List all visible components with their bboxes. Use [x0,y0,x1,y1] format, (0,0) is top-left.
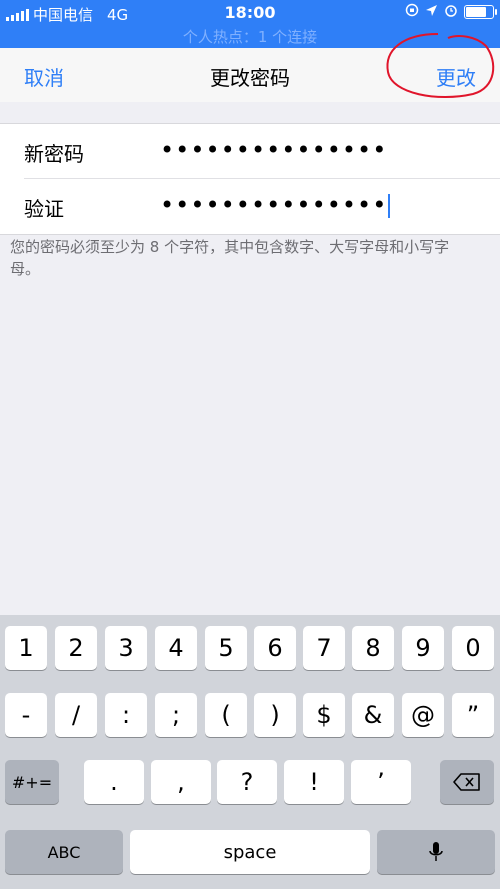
key-question[interactable]: ? [217,760,277,804]
key-2[interactable]: 2 [55,626,97,670]
key-3[interactable]: 3 [105,626,147,670]
key-5[interactable]: 5 [205,626,247,670]
password-hint: 您的密码必须至少为 8 个字符，其中包含数字、大写字母和小写字母。 [10,238,450,278]
verify-password-row[interactable]: 验证 ••••••••••••••• [0,179,500,233]
microphone-icon [429,842,443,861]
verify-password-text: ••••••••••••••• [160,191,388,219]
status-right [405,3,497,21]
key-8[interactable]: 8 [352,626,394,670]
key-comma[interactable]: , [151,760,211,804]
key-ampersand[interactable]: & [352,693,394,737]
symbols-key[interactable]: #+= [5,760,59,804]
alarm-icon [444,3,458,21]
key-colon[interactable]: : [105,693,147,737]
orientation-lock-icon [405,3,419,21]
new-password-row[interactable]: 新密码 ••••••••••••••• [0,124,500,179]
key-period[interactable]: . [84,760,144,804]
key-hyphen[interactable]: - [5,693,47,737]
key-9[interactable]: 9 [402,626,444,670]
key-quote[interactable]: ” [452,693,494,737]
verify-password-field[interactable]: ••••••••••••••• [160,189,391,221]
backspace-icon [453,773,480,791]
location-icon [425,4,438,21]
new-password-label: 新密码 [24,142,84,166]
battery-icon [464,5,497,19]
abc-key[interactable]: ABC [5,830,123,874]
key-slash[interactable]: / [55,693,97,737]
key-apostrophe[interactable]: ’ [351,760,411,804]
annotation-circle [386,33,495,99]
dictation-key[interactable] [377,830,495,874]
password-form: 新密码 ••••••••••••••• 验证 ••••••••••••••• [0,123,500,235]
key-close-paren[interactable]: ) [254,693,296,737]
space-key[interactable]: space [130,830,370,874]
key-1[interactable]: 1 [5,626,47,670]
new-password-field[interactable]: ••••••••••••••• [160,134,387,166]
key-7[interactable]: 7 [303,626,345,670]
text-cursor [388,194,391,218]
keyboard: 1 2 3 4 5 6 7 8 9 0 - / : ; ( ) $ & @ ” … [0,615,500,889]
key-at[interactable]: @ [402,693,444,737]
key-4[interactable]: 4 [155,626,197,670]
key-open-paren[interactable]: ( [205,693,247,737]
key-exclamation[interactable]: ! [284,760,344,804]
key-6[interactable]: 6 [254,626,296,670]
key-dollar[interactable]: $ [303,693,345,737]
backspace-key[interactable] [440,760,494,804]
key-0[interactable]: 0 [452,626,494,670]
verify-label: 验证 [24,197,64,221]
key-semicolon[interactable]: ; [155,693,197,737]
